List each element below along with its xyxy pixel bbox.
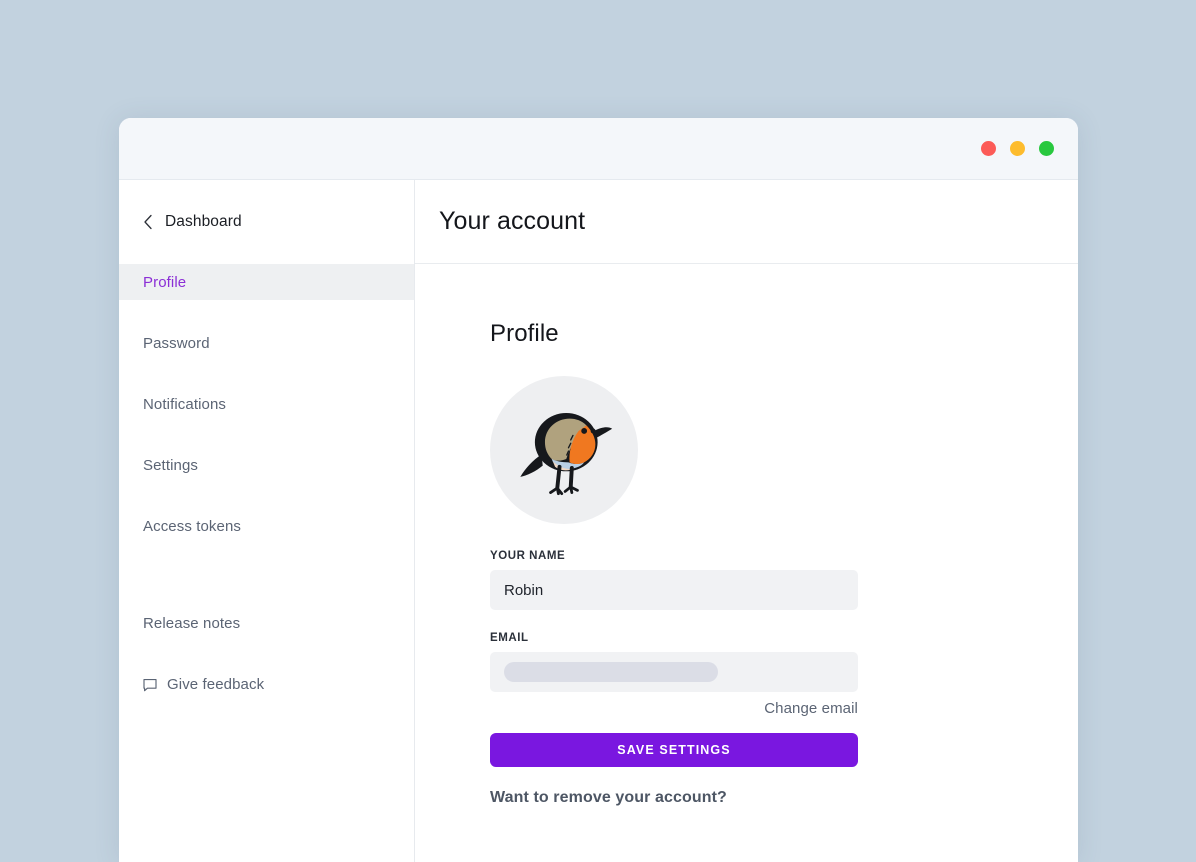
sidebar-item-label: Give feedback — [167, 675, 265, 693]
chevron-left-icon — [143, 214, 153, 230]
close-button[interactable] — [981, 141, 996, 156]
sidebar-item-label: Notifications — [143, 395, 227, 413]
page-body: Profile YOUR NAME Robin EMAIL Change ema… — [415, 264, 1078, 862]
main-content: Your account Profile YOUR NAME Robin EMA… — [415, 180, 1078, 862]
nav-group-separator — [119, 544, 414, 605]
sidebar-item-label: Access tokens — [143, 517, 242, 535]
email-input[interactable] — [490, 652, 858, 692]
sidebar-item-profile[interactable]: Profile — [119, 264, 414, 300]
back-to-dashboard-link[interactable]: Dashboard — [119, 180, 414, 264]
save-settings-button[interactable]: SAVE SETTINGS — [490, 733, 858, 767]
speech-bubble-icon — [143, 678, 157, 692]
sidebar-item-label: Settings — [143, 456, 198, 474]
section-heading: Profile — [490, 320, 559, 347]
page-header: Your account — [415, 180, 1078, 264]
name-field-label: YOUR NAME — [490, 550, 566, 562]
sidebar-item-label: Password — [143, 334, 210, 352]
change-email-link[interactable]: Change email — [764, 700, 858, 717]
avatar[interactable] — [490, 376, 638, 524]
robin-bird-icon — [520, 413, 613, 496]
sidebar-item-give-feedback[interactable]: Give feedback — [119, 666, 414, 702]
remove-account-link[interactable]: Want to remove your account? — [490, 789, 858, 807]
sidebar-item-label: Release notes — [143, 614, 241, 632]
window-titlebar — [119, 118, 1078, 180]
window-controls — [981, 141, 1054, 156]
change-email-row: Change email — [490, 700, 858, 717]
sidebar-item-notifications[interactable]: Notifications — [119, 386, 414, 422]
sidebar-item-label: Profile — [143, 273, 187, 291]
back-link-label: Dashboard — [165, 213, 242, 230]
profile-panel: Profile YOUR NAME Robin EMAIL Change ema… — [490, 320, 858, 807]
name-input[interactable] — [490, 570, 858, 610]
redacted-email-value — [504, 662, 718, 682]
sidebar-item-settings[interactable]: Settings — [119, 447, 414, 483]
page-title: Your account — [439, 207, 586, 235]
app-layout: Dashboard Profile Password Notifications… — [119, 180, 1078, 862]
sidebar: Dashboard Profile Password Notifications… — [119, 180, 415, 862]
minimize-button[interactable] — [1010, 141, 1025, 156]
sidebar-item-password[interactable]: Password — [119, 325, 414, 361]
sidebar-nav: Profile Password Notifications Settings … — [119, 264, 414, 702]
sidebar-item-release-notes[interactable]: Release notes — [119, 605, 414, 641]
sidebar-item-access-tokens[interactable]: Access tokens — [119, 508, 414, 544]
maximize-button[interactable] — [1039, 141, 1054, 156]
email-field-label: EMAIL — [490, 632, 529, 644]
app-window: Dashboard Profile Password Notifications… — [119, 118, 1078, 862]
